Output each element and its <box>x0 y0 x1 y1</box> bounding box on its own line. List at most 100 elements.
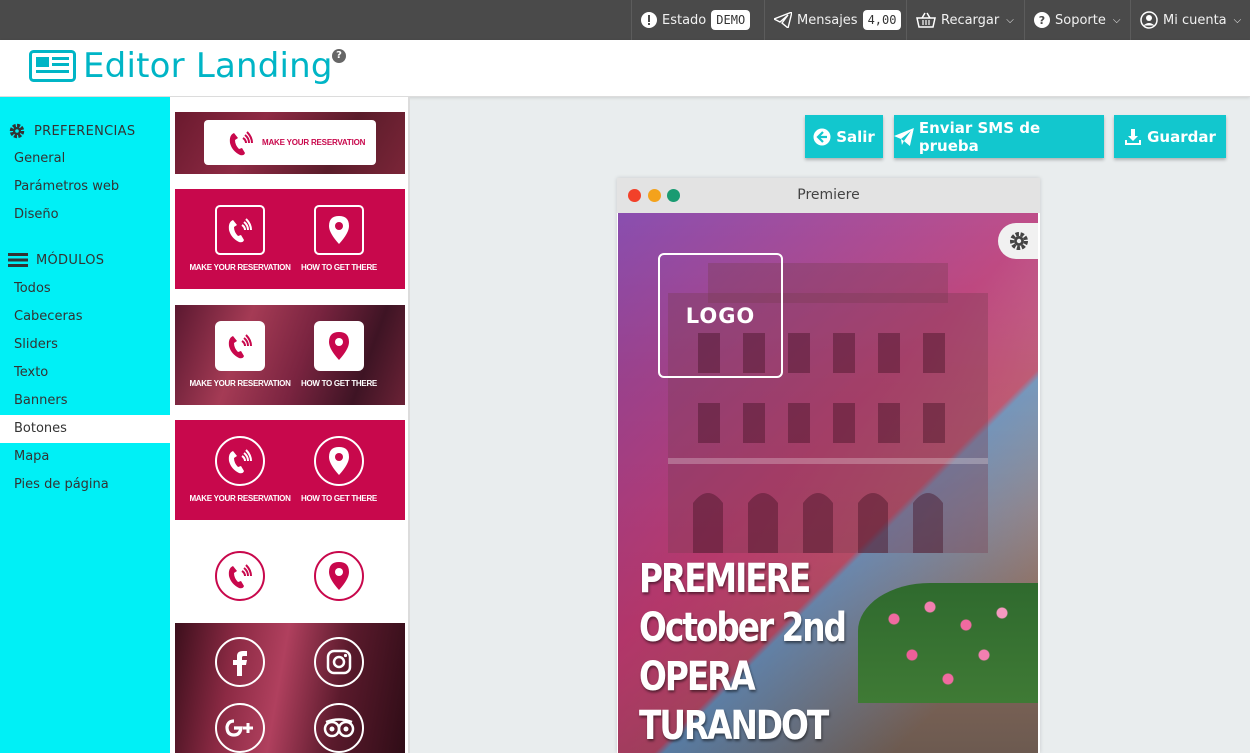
preview-hero: LOGO PREMIERE October 2nd OPERA TURANDOT <box>618 213 1038 753</box>
sidebar-item-cabeceras[interactable]: Cabeceras <box>0 303 170 331</box>
sidebar-item-texto[interactable]: Texto <box>0 359 170 387</box>
phone-button <box>215 321 265 371</box>
sidebar-item-pies-de-pagina[interactable]: Pies de página <box>0 471 170 499</box>
modulos-title: MÓDULOS <box>36 252 105 268</box>
map-pin-icon <box>329 332 349 360</box>
phone-ring-icon <box>229 130 253 155</box>
gear-icon <box>1010 232 1028 250</box>
module-list: MAKE YOUR RESERVATION MAKE YOUR RESERVAT… <box>170 97 410 753</box>
module-button-circle-outline[interactable]: MAKE YOUR RESERVATION HOW TO GET THERE <box>175 420 405 520</box>
sidebar-item-parametros-web[interactable]: Parámetros web <box>0 173 170 201</box>
phone-ring-icon <box>228 564 252 589</box>
facebook-button <box>215 637 265 687</box>
list-icon <box>8 253 28 267</box>
mensajes-label: Mensajes <box>797 12 858 28</box>
estado-label: Estado <box>662 12 707 28</box>
recargar-label: Recargar <box>941 12 1000 28</box>
module-button-social[interactable] <box>175 623 405 753</box>
module-button-pill[interactable]: MAKE YOUR RESERVATION <box>175 112 405 174</box>
headline-line-1[interactable]: PREMIERE <box>639 556 811 602</box>
headline-line-2[interactable]: October 2nd <box>639 605 847 651</box>
enviar-sms-label: Enviar SMS de prueba <box>918 118 1041 155</box>
headline-line-4[interactable]: TURANDOT <box>639 703 829 749</box>
app-title: Editor Landing <box>83 46 333 86</box>
preview-window-title: Premiere <box>797 187 860 203</box>
instagram-button <box>314 637 364 687</box>
basket-icon <box>916 12 936 28</box>
app-header: Editor Landing ? <box>0 40 1250 97</box>
flowerbed-image <box>858 583 1038 703</box>
phone-ring-icon <box>228 334 252 359</box>
map-pin-icon <box>329 562 349 590</box>
sidebar-item-banners[interactable]: Banners <box>0 387 170 415</box>
phone-button <box>215 205 265 255</box>
soporte-label: Soporte <box>1055 12 1106 28</box>
mensajes-badge: 4,00 <box>862 10 902 30</box>
directions-label: HOW TO GET THERE <box>301 263 377 272</box>
landing-preview: Premiere LOGO PREMIERE October 2nd OPERA… <box>617 178 1040 753</box>
logo-placeholder[interactable]: LOGO <box>658 253 783 378</box>
module-button-square-outline[interactable]: MAKE YOUR RESERVATION HOW TO GET THERE <box>175 189 405 289</box>
svg-text:?: ? <box>1039 14 1045 27</box>
phone-ring-icon <box>228 218 252 243</box>
sidebar: PREFERENCIAS General Parámetros web Dise… <box>0 97 170 753</box>
sidebar-item-general[interactable]: General <box>0 145 170 173</box>
paper-plane-icon <box>894 127 914 146</box>
salir-button[interactable]: Salir <box>805 115 883 158</box>
newspaper-icon <box>29 50 76 82</box>
map-pin-button <box>314 321 364 371</box>
map-pin-button <box>314 436 364 486</box>
directions-label: HOW TO GET THERE <box>301 379 377 388</box>
directions-label: HOW TO GET THERE <box>301 494 377 503</box>
estado-status[interactable]: Estado DEMO <box>631 0 764 40</box>
reservation-label: MAKE YOUR RESERVATION <box>189 494 291 503</box>
help-icon[interactable]: ? <box>332 49 346 63</box>
map-pin-button <box>314 551 364 601</box>
chevron-down-icon: ⌵ <box>1006 14 1014 26</box>
reservation-pill: MAKE YOUR RESERVATION <box>204 120 376 165</box>
phone-button <box>215 436 265 486</box>
estado-badge: DEMO <box>711 10 751 30</box>
headline-line-3[interactable]: OPERA <box>639 654 756 700</box>
map-pin-icon <box>329 447 349 475</box>
instagram-icon <box>326 649 352 675</box>
alert-icon <box>641 12 657 28</box>
reservation-label: MAKE YOUR RESERVATION <box>189 379 291 388</box>
download-icon <box>1125 128 1142 145</box>
paper-plane-icon <box>774 12 792 28</box>
phone-ring-icon <box>228 449 252 474</box>
sidebar-item-diseno[interactable]: Diseño <box>0 201 170 229</box>
preferencias-title: PREFERENCIAS <box>34 123 136 139</box>
recargar-menu[interactable]: Recargar ⌵ <box>906 0 1024 40</box>
mensajes-status[interactable]: Mensajes 4,00 <box>764 0 906 40</box>
module-button-square-filled[interactable]: MAKE YOUR RESERVATION HOW TO GET THERE <box>175 305 405 405</box>
user-icon <box>1140 11 1158 29</box>
tripadvisor-icon <box>323 718 355 738</box>
sidebar-item-mapa[interactable]: Mapa <box>0 443 170 471</box>
enviar-sms-button[interactable]: Enviar SMS de prueba <box>894 115 1104 158</box>
cuenta-label: Mi cuenta <box>1163 12 1227 28</box>
sidebar-item-botones[interactable]: Botones <box>0 415 170 443</box>
chevron-down-icon: ⌵ <box>1233 14 1242 26</box>
facebook-icon <box>233 651 247 676</box>
guardar-label: Guardar <box>1147 127 1216 146</box>
preview-window-bar: Premiere <box>617 178 1040 213</box>
chevron-down-icon: ⌵ <box>1112 14 1121 26</box>
map-pin-icon <box>329 216 349 244</box>
soporte-menu[interactable]: ? Soporte ⌵ <box>1024 0 1130 40</box>
reservation-label: MAKE YOUR RESERVATION <box>189 263 291 272</box>
module-settings-button[interactable] <box>998 223 1038 259</box>
map-pin-button <box>314 205 364 255</box>
top-bar: Estado DEMO Mensajes 4,00 Recargar ⌵ ? S… <box>0 0 1250 40</box>
salir-label: Salir <box>836 127 875 146</box>
module-button-circle-light[interactable] <box>175 537 405 617</box>
sidebar-item-sliders[interactable]: Sliders <box>0 331 170 359</box>
gear-icon <box>9 123 25 139</box>
tripadvisor-button <box>314 703 364 753</box>
question-circle-icon: ? <box>1034 12 1050 28</box>
cuenta-menu[interactable]: Mi cuenta ⌵ <box>1130 0 1250 40</box>
phone-button <box>215 551 265 601</box>
guardar-button[interactable]: Guardar <box>1114 115 1226 158</box>
google-plus-button <box>215 703 265 753</box>
sidebar-item-todos[interactable]: Todos <box>0 275 170 303</box>
